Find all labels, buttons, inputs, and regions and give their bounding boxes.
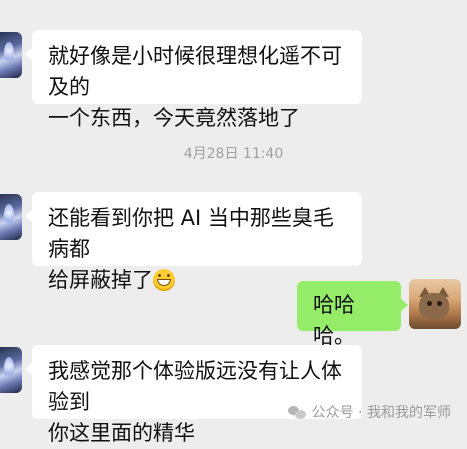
grinning-emoji-icon [153, 269, 175, 291]
cat-eye-icon [437, 301, 442, 306]
cat-face-icon [419, 293, 449, 319]
self-avatar[interactable] [409, 279, 461, 329]
contact-avatar[interactable] [0, 194, 22, 240]
message-bubble[interactable]: 就好像是小时候很理想化遥不可及的 一个东西，今天竟然落地了 [25, 30, 362, 130]
message-text-line: 还能看到你把 AI 当中那些臭毛病都 [48, 206, 334, 261]
message-bubble[interactable]: 还能看到你把 AI 当中那些臭毛病都 给屏蔽掉了 [25, 192, 362, 292]
message-bubble[interactable]: 哈哈哈。 [297, 281, 408, 348]
message-text-line: 你这里面的精华 [48, 421, 195, 445]
wechat-official-account-icon [287, 405, 306, 419]
message-text: 给屏蔽掉了 [48, 268, 153, 292]
message-text-line: 一个东西，今天竟然落地了 [48, 106, 300, 130]
watermark-label: 公众号 · 我和我的军师 [311, 405, 451, 421]
contact-avatar[interactable] [0, 347, 22, 393]
message-text-line: 就好像是小时候很理想化遥不可及的 [48, 44, 342, 99]
watermark: 公众号 · 我和我的军师 [287, 402, 451, 422]
message-text-line: 哈哈哈。 [313, 293, 355, 348]
cat-eye-icon [427, 301, 432, 306]
timestamp: 4月28日 11:40 [183, 146, 284, 162]
contact-avatar[interactable] [0, 32, 22, 78]
